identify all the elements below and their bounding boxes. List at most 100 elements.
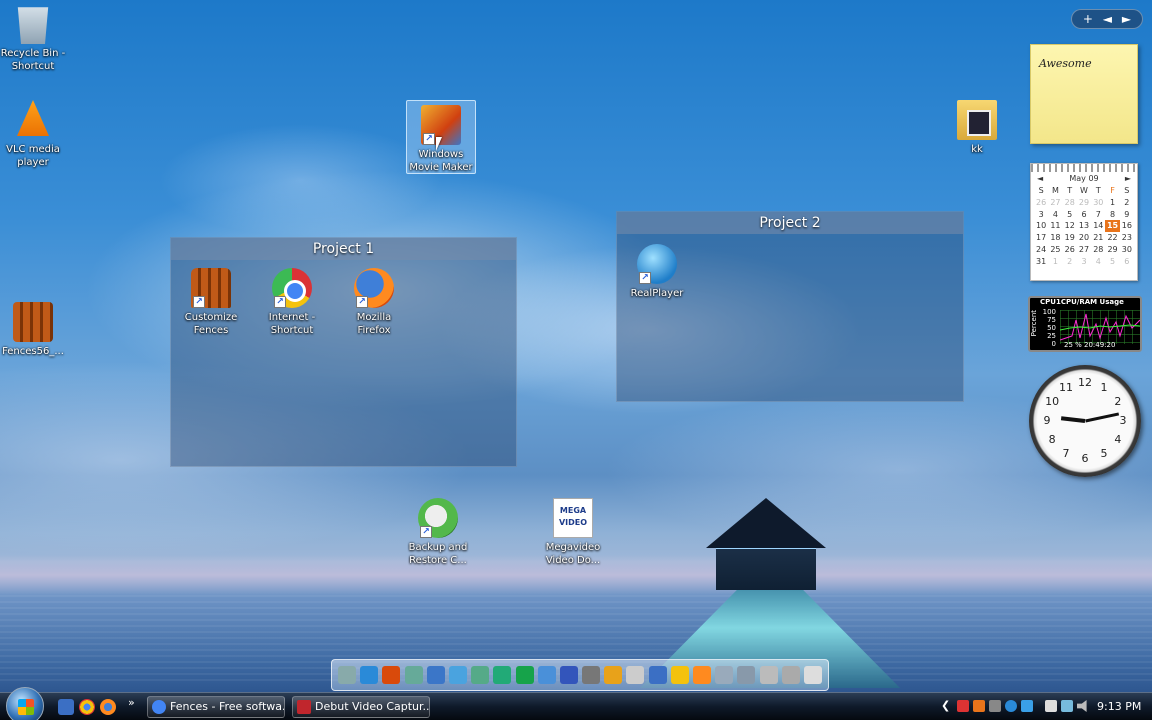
calendar-day[interactable]: 29 [1105, 244, 1119, 256]
dock-app-icon[interactable] [404, 666, 423, 684]
desktop-icon-megavideo[interactable]: MEGA VIDEO Megavideo Video Do... [538, 498, 608, 567]
calendar-day[interactable]: 4 [1091, 256, 1105, 268]
note-text[interactable]: Awesome [1039, 57, 1092, 70]
calendar-day[interactable]: 15 [1105, 220, 1120, 233]
cpu-ram-gadget[interactable]: CPU1CPU/RAM Usage Percent 100 75 50 25 0 25 … [1028, 296, 1142, 352]
sticky-note-gadget[interactable]: Awesome [1030, 44, 1138, 144]
dock-app-icon[interactable] [648, 666, 667, 684]
dock-app-icon[interactable] [360, 666, 379, 684]
calendar-day[interactable]: 23 [1120, 232, 1134, 244]
calendar-day[interactable]: 7 [1091, 209, 1105, 221]
calendar-day[interactable]: 8 [1105, 209, 1119, 221]
desktop-icon-vlc[interactable]: VLC media player [0, 100, 68, 169]
tray-app-icon[interactable] [1005, 700, 1017, 712]
calendar-day[interactable]: 22 [1105, 232, 1119, 244]
fence-title[interactable]: Project 2 [617, 212, 963, 234]
dock-app-icon[interactable] [382, 666, 401, 684]
quicklaunch-overflow-chevron[interactable]: » [128, 696, 135, 709]
chrome-quicklaunch-icon[interactable] [79, 699, 95, 715]
dock-app-icon[interactable] [715, 666, 734, 684]
dock-app-icon[interactable] [448, 666, 467, 684]
fence-icon-realplayer[interactable]: ↗ RealPlayer [622, 244, 692, 300]
calendar-day[interactable]: 4 [1048, 209, 1062, 221]
dock-app-icon[interactable] [670, 666, 689, 684]
calendar-day[interactable]: 26 [1063, 244, 1077, 256]
calendar-day[interactable]: 16 [1120, 220, 1134, 232]
prev-gadget-button[interactable]: ◄ [1103, 12, 1112, 26]
dock-app-icon[interactable] [338, 666, 356, 684]
calendar-day[interactable]: 3 [1077, 256, 1091, 268]
calendar-day[interactable]: 9 [1120, 209, 1134, 221]
dock-app-icon[interactable] [737, 666, 756, 684]
calendar-day[interactable]: 27 [1048, 197, 1062, 209]
dock-app-icon[interactable] [582, 666, 601, 684]
network-icon[interactable] [1045, 700, 1057, 712]
dock-app-icon[interactable] [604, 666, 623, 684]
fence-project-2[interactable]: Project 2 ↗ RealPlayer [616, 211, 964, 402]
dock-app-icon[interactable] [471, 666, 490, 684]
taskbar-button-fences[interactable]: Fences - Free softwa... [147, 696, 285, 718]
calendar-day[interactable]: 12 [1063, 220, 1077, 232]
calendar-day[interactable]: 6 [1077, 209, 1091, 221]
calendar-day[interactable]: 30 [1120, 244, 1134, 256]
desktop-icon-fences-file[interactable]: Fences56_... [0, 302, 68, 358]
dock-app-icon[interactable] [515, 666, 534, 684]
dock-app-icon[interactable] [781, 666, 800, 684]
dock-app-icon[interactable] [493, 666, 512, 684]
calendar-day[interactable]: 28 [1091, 244, 1105, 256]
calendar-day[interactable]: 19 [1063, 232, 1077, 244]
next-gadget-button[interactable]: ► [1122, 12, 1131, 26]
dock-app-icon[interactable] [803, 666, 822, 684]
taskbar-button-debut[interactable]: Debut Video Captur... [292, 696, 430, 718]
calendar-prev-month[interactable]: ◄ [1037, 174, 1043, 183]
fence-icon-internet[interactable]: ↗ Internet - Shortcut [257, 268, 327, 337]
calendar-day[interactable]: 17 [1034, 232, 1048, 244]
calendar-day[interactable]: 29 [1077, 197, 1091, 209]
calendar-day[interactable]: 28 [1063, 197, 1077, 209]
calendar-day[interactable]: 14 [1091, 220, 1105, 232]
calendar-day[interactable]: 31 [1034, 256, 1048, 268]
volume-icon[interactable] [1077, 700, 1087, 712]
calendar-next-month[interactable]: ► [1125, 174, 1131, 183]
calendar-day[interactable]: 27 [1077, 244, 1091, 256]
calendar-day[interactable]: 3 [1034, 209, 1048, 221]
fence-title[interactable]: Project 1 [171, 238, 516, 260]
calendar-day[interactable]: 6 [1120, 256, 1134, 268]
tray-app-icon[interactable] [957, 700, 969, 712]
dock-app-icon[interactable] [426, 666, 445, 684]
calendar-day[interactable]: 11 [1048, 220, 1062, 232]
add-gadget-button[interactable]: + [1083, 12, 1093, 26]
show-desktop-icon[interactable] [58, 699, 74, 715]
calendar-day[interactable]: 26 [1034, 197, 1048, 209]
tray-app-icon[interactable] [973, 700, 985, 712]
calendar-day[interactable]: 30 [1091, 197, 1105, 209]
calendar-day[interactable]: 5 [1105, 256, 1119, 268]
dock-app-icon[interactable] [537, 666, 556, 684]
firefox-quicklaunch-icon[interactable] [100, 699, 116, 715]
calendar-day[interactable]: 24 [1034, 244, 1048, 256]
desktop-icon-recycle-bin[interactable]: Recycle Bin - Shortcut [0, 4, 68, 73]
start-button[interactable] [6, 687, 44, 720]
tray-app-icon[interactable] [1021, 700, 1033, 712]
fence-icon-customize-fences[interactable]: ↗ Customize Fences [176, 268, 246, 337]
calendar-day[interactable]: 13 [1077, 220, 1091, 232]
tray-app-icon[interactable] [1061, 700, 1073, 712]
calendar-day[interactable]: 1 [1048, 256, 1062, 268]
tray-app-icon[interactable] [989, 700, 1001, 712]
dock-app-icon[interactable] [626, 666, 645, 684]
fence-project-1[interactable]: Project 1 ↗ Customize Fences ↗ Internet … [170, 237, 517, 467]
clock-gadget[interactable]: 12 1 2 3 4 5 6 7 8 9 10 11 [1029, 365, 1141, 477]
fence-icon-firefox[interactable]: ↗ Mozilla Firefox [339, 268, 409, 337]
taskbar-clock[interactable]: 9:13 PM [1097, 693, 1141, 720]
calendar-day[interactable]: 5 [1063, 209, 1077, 221]
dock-app-icon[interactable] [759, 666, 778, 684]
calendar-day[interactable]: 20 [1077, 232, 1091, 244]
desktop-icon-backup-restore[interactable]: ↗ Backup and Restore C... [403, 498, 473, 567]
calendar-day[interactable]: 1 [1105, 197, 1119, 209]
calendar-day[interactable]: 18 [1048, 232, 1062, 244]
dock-app-icon[interactable] [693, 666, 711, 684]
calendar-day[interactable]: 10 [1034, 220, 1048, 232]
desktop-icon-folder-kk[interactable]: kk [942, 100, 1012, 156]
calendar-day[interactable]: 21 [1091, 232, 1105, 244]
dock-app-icon[interactable] [559, 666, 578, 684]
